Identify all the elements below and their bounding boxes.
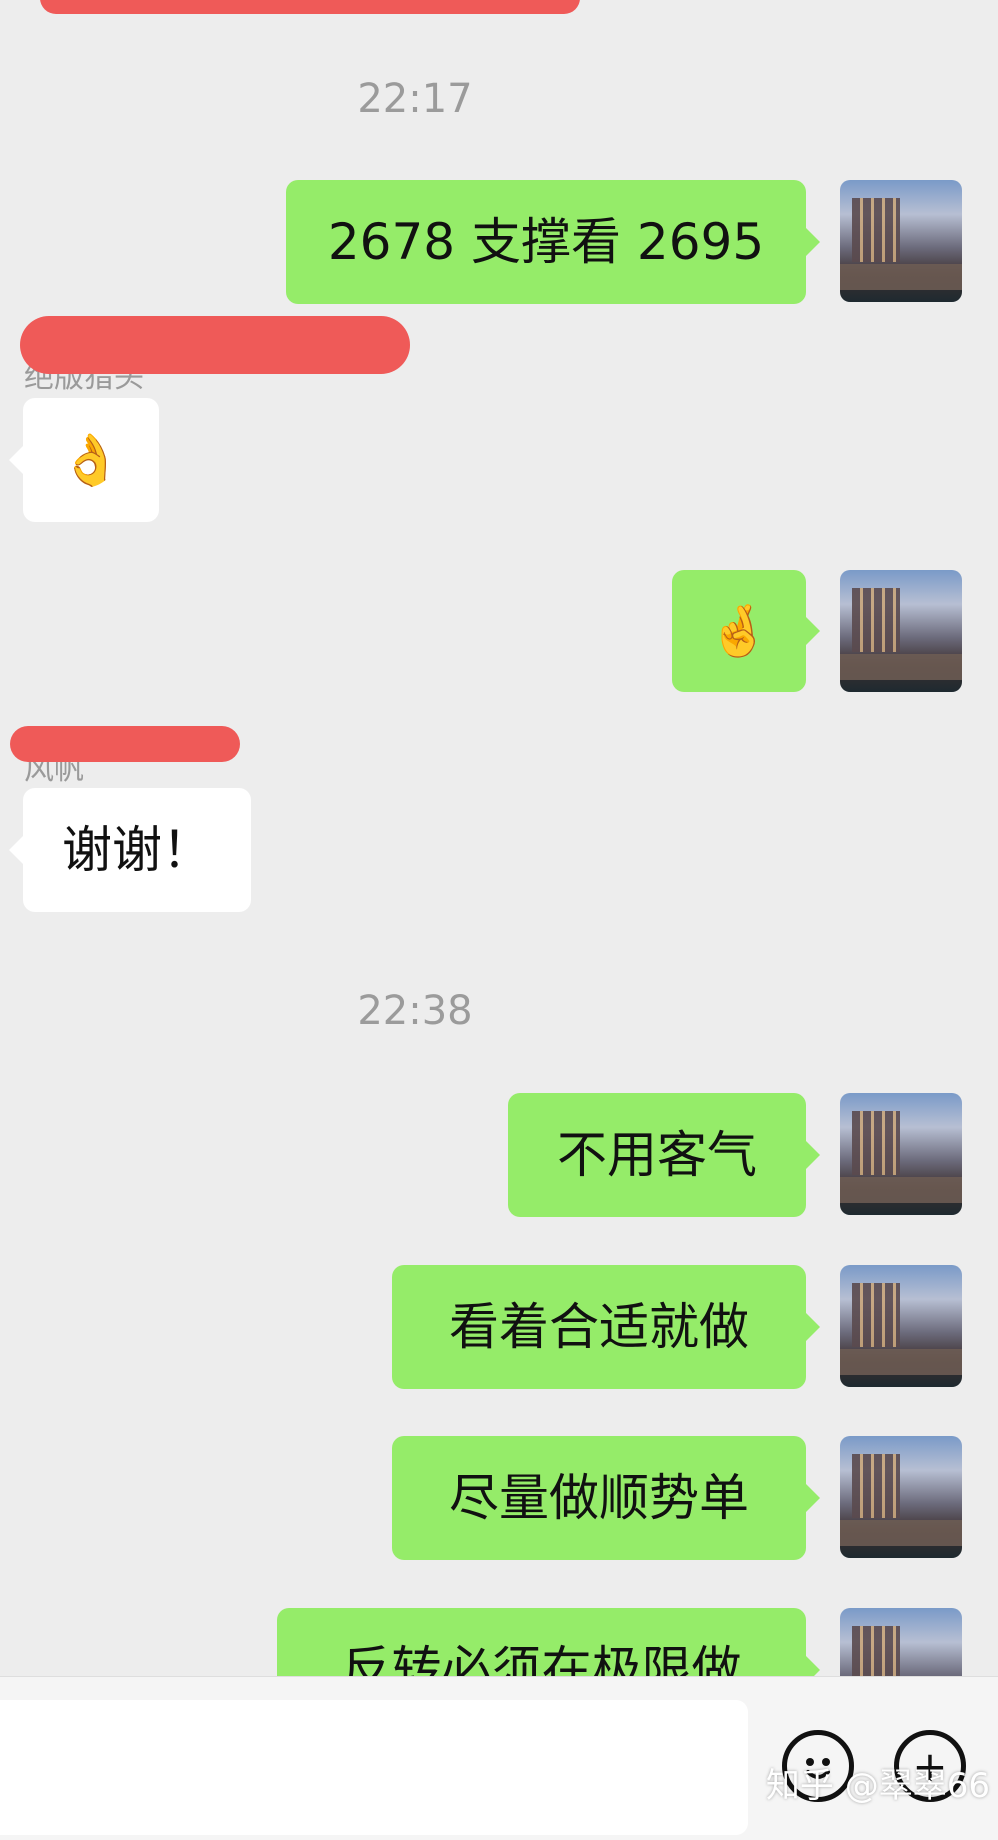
hand-gesture-icon: 🤞 xyxy=(707,602,771,660)
watermark: 知乎 @翠翠66 xyxy=(765,1766,990,1806)
message-bubble-outgoing[interactable]: 🤞 xyxy=(672,570,820,692)
message-bubble-incoming[interactable]: 👌 xyxy=(9,398,159,522)
redaction-name-1 xyxy=(20,316,410,374)
redaction-top xyxy=(40,0,580,14)
timestamp-1: 22:17 xyxy=(357,76,473,122)
avatar[interactable] xyxy=(840,180,962,302)
message-input[interactable] xyxy=(0,1700,748,1835)
avatar[interactable] xyxy=(840,1436,962,1558)
message-bubble-outgoing[interactable]: 尽量做顺势单 xyxy=(392,1436,820,1560)
redaction-name-2 xyxy=(10,726,240,762)
message-bubble-incoming[interactable]: 谢谢！ xyxy=(9,788,251,912)
avatar[interactable] xyxy=(840,1265,962,1387)
avatar[interactable] xyxy=(840,1093,962,1215)
timestamp-2: 22:38 xyxy=(357,988,473,1034)
avatar[interactable] xyxy=(840,570,962,692)
ok-hand-icon: 👌 xyxy=(59,431,123,489)
message-bubble-outgoing[interactable]: 不用客气 xyxy=(508,1093,820,1217)
message-bubble-outgoing[interactable]: 2678 支撑看 2695 xyxy=(286,180,820,304)
message-bubble-outgoing[interactable]: 看着合适就做 xyxy=(392,1265,820,1389)
